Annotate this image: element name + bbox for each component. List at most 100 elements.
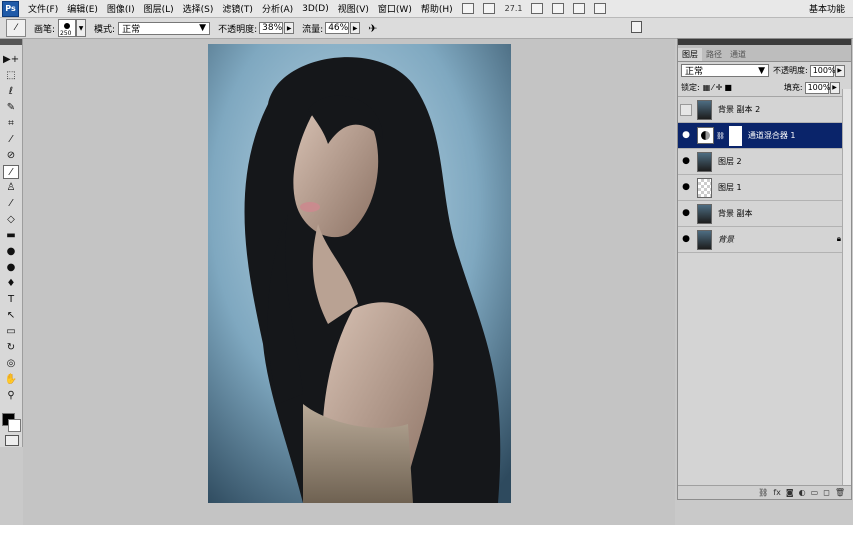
eyedropper-icon[interactable]: ⁄ — [3, 133, 19, 147]
layer-mask-thumbnail[interactable] — [728, 125, 742, 146]
link-icon[interactable]: ⛓ — [758, 488, 768, 497]
fx-icon[interactable]: fx — [773, 488, 781, 497]
arrange-icon[interactable] — [573, 3, 586, 14]
lock-transparency-icon[interactable]: ▦ — [703, 83, 711, 92]
airbrush-icon[interactable]: ✈ — [368, 22, 377, 35]
crop-icon[interactable]: ⌗ — [3, 117, 19, 131]
layer-opacity-label: 不透明度: — [773, 66, 808, 75]
zoom-icon[interactable]: ⚲ — [3, 389, 19, 403]
view-extras-icon[interactable] — [482, 3, 495, 14]
hand-tool-icon[interactable] — [531, 3, 544, 14]
menu-layer[interactable]: 图层(L) — [144, 2, 174, 15]
layer-thumbnail — [697, 151, 712, 172]
mask-icon[interactable]: ◙ — [786, 488, 794, 497]
tools-panel-header[interactable] — [0, 39, 22, 45]
zoom-level[interactable]: 27.1 — [505, 4, 523, 13]
dodge-icon[interactable]: ● — [3, 261, 19, 275]
trash-icon[interactable]: 🗑︎ — [835, 488, 845, 497]
stamp-icon[interactable]: ♙ — [3, 181, 19, 195]
quick-mask-icon[interactable] — [5, 435, 19, 446]
lock-all-icon[interactable]: ■ — [724, 83, 732, 92]
tab-layers[interactable]: 图层 — [678, 48, 702, 61]
menu-help[interactable]: 帮助(H) — [421, 2, 453, 15]
mode-select[interactable]: 正常 ▼ — [118, 21, 211, 35]
layer-row[interactable]: ● 背景 🔒︎ — [678, 227, 851, 253]
brush-preset-picker[interactable]: 250 — [58, 19, 77, 37]
eraser-icon[interactable]: ◇ — [3, 213, 19, 227]
brush-tip-icon — [64, 23, 71, 29]
flow-input[interactable]: 46% — [325, 22, 350, 34]
hand-icon[interactable]: ✋ — [3, 373, 19, 387]
link-icon[interactable]: ⛓ — [716, 132, 725, 140]
layer-row[interactable]: ● 背景 副本 — [678, 201, 851, 227]
fill-input[interactable]: 100% — [804, 81, 830, 94]
shape-icon[interactable]: ▭ — [3, 325, 19, 339]
menu-select[interactable]: 选择(S) — [183, 2, 214, 15]
chevron-down-icon: ▼ — [758, 65, 765, 76]
document-canvas[interactable] — [208, 44, 511, 503]
zoom-tool-icon[interactable] — [552, 3, 565, 14]
new-layer-icon[interactable]: ◻ — [823, 488, 830, 497]
layer-name: 图层 1 — [718, 183, 742, 192]
history-brush-icon[interactable]: ⁄ — [3, 197, 19, 211]
layer-row[interactable]: ● 图层 2 — [678, 149, 851, 175]
tab-paths[interactable]: 路径 — [702, 48, 726, 61]
menu-edit[interactable]: 编辑(E) — [67, 2, 98, 15]
move-icon[interactable]: ▶+ — [3, 53, 19, 67]
background-color-swatch[interactable] — [8, 419, 21, 432]
menu-file[interactable]: 文件(F) — [28, 2, 58, 15]
marquee-icon[interactable]: ⬚ — [3, 69, 19, 83]
menu-image[interactable]: 图像(I) — [107, 2, 135, 15]
3d-orbit-icon[interactable]: ◎ — [3, 357, 19, 371]
fill-slider-button[interactable]: ▶ — [829, 81, 840, 94]
layer-thumbnail — [697, 177, 712, 198]
brush-icon[interactable]: ⁄ — [3, 165, 19, 179]
eye-icon[interactable]: ● — [680, 156, 692, 168]
menu-view[interactable]: 视图(V) — [338, 2, 369, 15]
menu-analysis[interactable]: 分析(A) — [262, 2, 293, 15]
panel-footer: ⛓ fx ◙ ◐ ▭ ◻ 🗑︎ — [678, 485, 851, 499]
menu-window[interactable]: 窗口(W) — [378, 2, 412, 15]
lock-image-icon[interactable]: ⁄ — [712, 83, 713, 92]
visibility-toggle-off[interactable] — [680, 103, 692, 116]
lasso-icon[interactable]: ℓ — [3, 85, 19, 99]
gradient-icon[interactable]: ▬ — [3, 229, 19, 243]
tool-preset-picker[interactable]: ⁄ — [6, 19, 26, 37]
screen-mode-icon[interactable] — [594, 3, 607, 14]
path-select-icon[interactable]: ↖ — [3, 309, 19, 323]
blur-icon[interactable]: ● — [3, 245, 19, 259]
type-icon[interactable]: T — [3, 293, 19, 307]
eye-icon[interactable]: ● — [680, 182, 692, 194]
opacity-slider-button[interactable]: ▶ — [284, 22, 295, 34]
quick-select-icon[interactable]: ✎ — [3, 101, 19, 115]
tools-panel: ▶+ ⬚ ℓ ✎ ⌗ ⁄ ⊘ ⁄ ♙ ⁄ ◇ ▬ ● ● ♦ T ↖ ▭ ↻ ◎… — [0, 39, 23, 447]
opacity-input[interactable]: 38% — [259, 22, 284, 34]
bridge-icon[interactable] — [461, 3, 474, 14]
layer-opacity-input[interactable]: 100% — [809, 64, 836, 77]
lock-position-icon[interactable]: ✛ — [716, 83, 723, 92]
eye-icon[interactable]: ● — [680, 234, 692, 246]
layer-row[interactable]: 背景 副本 2 — [678, 97, 851, 123]
3d-rotate-icon[interactable]: ↻ — [3, 341, 19, 355]
layer-row[interactable]: ● 图层 1 — [678, 175, 851, 201]
menu-3d[interactable]: 3D(D) — [302, 4, 329, 14]
pen-icon[interactable]: ♦ — [3, 277, 19, 291]
tab-channels[interactable]: 通道 — [726, 48, 750, 61]
flow-slider-button[interactable]: ▶ — [350, 22, 361, 34]
workspace-switcher[interactable]: 基本功能 — [809, 2, 845, 15]
healing-icon[interactable]: ⊘ — [3, 149, 19, 163]
layer-row-selected[interactable]: ● ⛓ 通道混合器 1 — [678, 123, 851, 149]
portrait-photo — [208, 44, 511, 503]
brush-dropdown-arrow[interactable]: ▼ — [76, 19, 87, 37]
blend-mode-select[interactable]: 正常 ▼ — [681, 64, 769, 77]
brush-panel-toggle-icon[interactable] — [631, 21, 642, 33]
menu-filter[interactable]: 滤镜(T) — [222, 2, 253, 15]
layer-opacity-slider-button[interactable]: ▶ — [834, 64, 845, 77]
adjustment-icon[interactable]: ◐ — [799, 488, 806, 497]
eye-icon[interactable]: ● — [680, 208, 692, 220]
lock-icon: 🔒︎ — [836, 234, 841, 243]
folder-icon[interactable]: ▭ — [811, 488, 819, 497]
layers-scrollbar[interactable] — [842, 89, 851, 485]
eye-icon[interactable]: ● — [680, 130, 692, 142]
blend-row: 正常 ▼ 不透明度: 100% ▶ — [678, 62, 851, 79]
